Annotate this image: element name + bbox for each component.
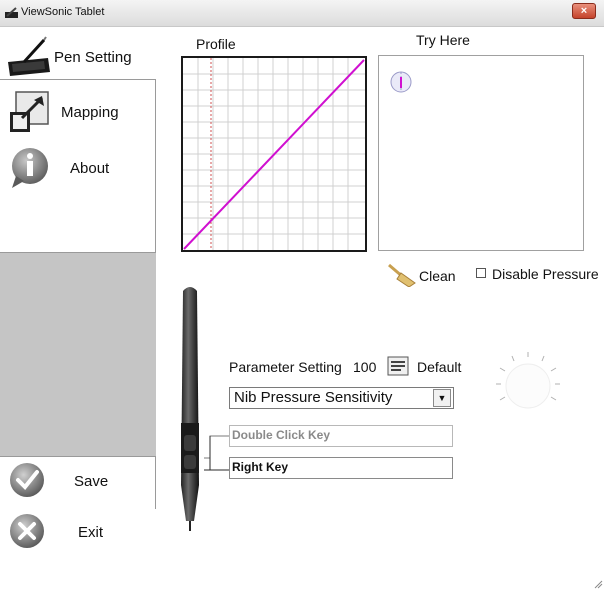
chevron-down-icon[interactable]: ▼: [433, 389, 451, 407]
disable-pressure-label: Disable Pressure: [492, 266, 599, 282]
sidebar-gray-panel: [0, 252, 156, 457]
broom-icon: [388, 263, 416, 287]
save-button[interactable]: Save: [8, 461, 154, 501]
parameter-value: 100: [353, 359, 377, 375]
default-label: Default: [417, 359, 462, 375]
mapping-icon: [10, 91, 49, 132]
pen-tablet-icon: [8, 36, 50, 76]
cursor-indicator-icon: [390, 71, 412, 93]
profile-label: Profile: [196, 36, 236, 52]
parameter-setting-label: Parameter Setting: [229, 359, 342, 375]
try-here-area[interactable]: [378, 55, 584, 251]
sidebar-tab-divider: [0, 79, 156, 80]
disable-pressure-checkbox[interactable]: [476, 268, 486, 278]
sidebar-label-about: About: [70, 160, 110, 177]
list-icon: [387, 356, 409, 376]
pressure-curve: [183, 58, 365, 250]
sidebar-item-mapping[interactable]: Mapping: [8, 90, 154, 134]
sidebar-item-pen-setting[interactable]: Pen Setting: [4, 34, 154, 78]
close-button[interactable]: ×: [572, 3, 596, 19]
exit-label: Exit: [78, 524, 104, 541]
info-icon: [12, 148, 48, 188]
sidebar-label-mapping: Mapping: [61, 104, 119, 121]
x-circle-icon: [10, 514, 44, 548]
checkmark-icon: [10, 463, 44, 497]
clean-button[interactable]: Clean: [387, 261, 457, 287]
sidebar-label-pen-setting: Pen Setting: [54, 49, 132, 66]
lower-key-field[interactable]: Right Key: [229, 457, 453, 479]
tablet-app-icon: [5, 7, 18, 18]
clean-label: Clean: [419, 268, 456, 284]
upper-key-field[interactable]: Double Click Key: [229, 425, 453, 447]
sidebar-item-about[interactable]: About: [8, 146, 154, 190]
save-label: Save: [74, 473, 109, 490]
parameter-select[interactable]: Nib Pressure Sensitivity: [229, 387, 454, 409]
resize-grip-icon[interactable]: [594, 580, 603, 589]
default-button[interactable]: [387, 356, 409, 376]
pen-image: [181, 287, 199, 531]
pressure-dial[interactable]: [492, 348, 564, 420]
try-here-label: Try Here: [416, 32, 470, 48]
pressure-profile-graph[interactable]: [181, 56, 367, 252]
window-title: ViewSonic Tablet: [21, 6, 105, 18]
exit-button[interactable]: Exit: [8, 512, 154, 552]
